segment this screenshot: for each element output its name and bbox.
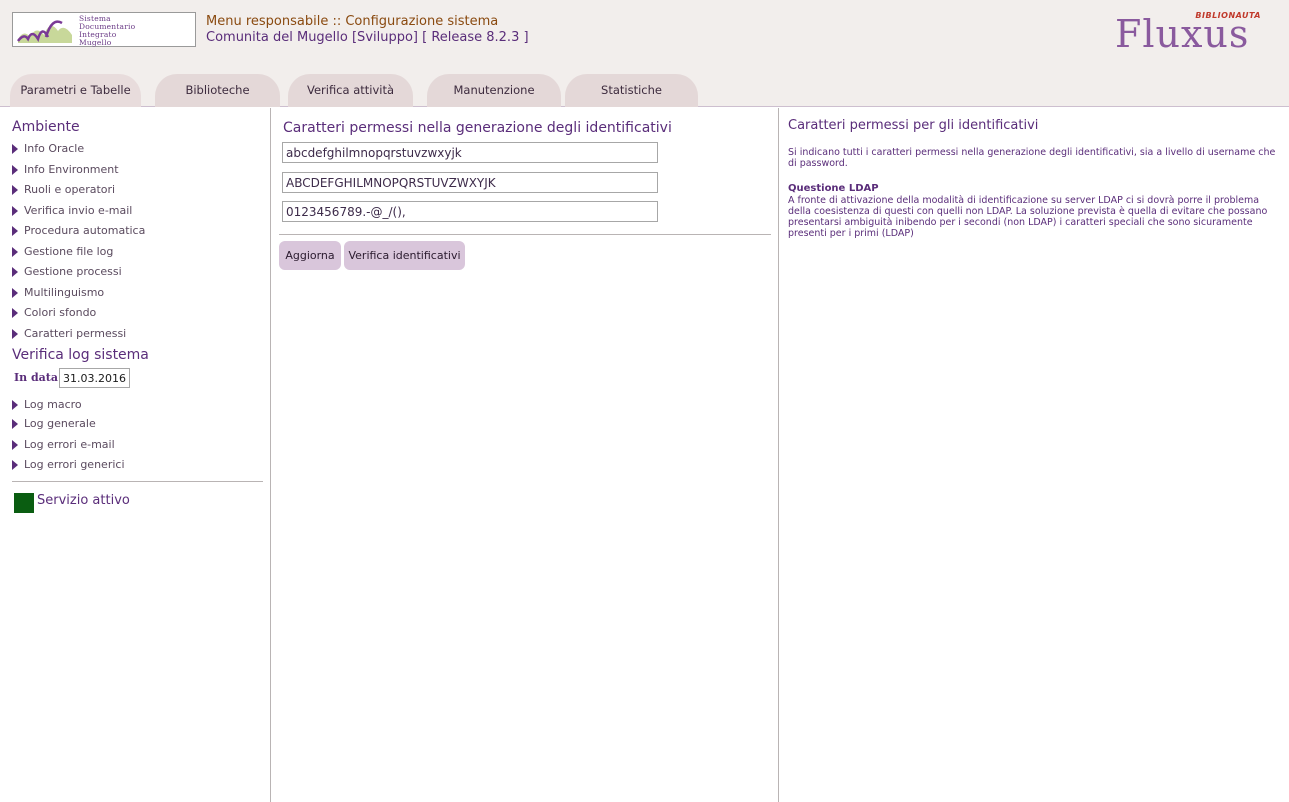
- tab-statistiche[interactable]: Statistiche: [565, 74, 698, 107]
- lowercase-chars-input[interactable]: [282, 142, 658, 163]
- mountain-logo-icon: [16, 15, 74, 45]
- arrow-right-icon: [12, 439, 18, 450]
- sidebar-item-gestione-file-log[interactable]: Gestione file log: [12, 245, 113, 258]
- logo-line: Mugello: [79, 38, 112, 47]
- sidebar-item-log-macro[interactable]: Log macro: [12, 398, 82, 411]
- sidebar-item-info-oracle[interactable]: Info Oracle: [12, 142, 84, 155]
- page-title: Menu responsabile :: Configurazione sist…: [206, 14, 529, 46]
- arrow-right-icon: [12, 307, 18, 318]
- sidebar-section-verifica-log: Verifica log sistema: [12, 347, 149, 363]
- arrow-right-icon: [12, 184, 18, 195]
- ldap-body: A fronte di attivazione della modalità d…: [788, 195, 1268, 239]
- sidebar: Ambiente Info Oracle Info Environment Ru…: [0, 108, 271, 802]
- sidebar-item-ruoli-operatori[interactable]: Ruoli e operatori: [12, 183, 115, 196]
- arrow-right-icon: [12, 287, 18, 298]
- date-label: In data: [14, 371, 58, 384]
- arrow-right-icon: [12, 328, 18, 339]
- sidebar-item-gestione-processi[interactable]: Gestione processi: [12, 265, 122, 278]
- sidebar-item-label: Gestione processi: [24, 265, 122, 278]
- sidebar-item-label: Log macro: [24, 398, 82, 411]
- status-indicator-icon: [14, 493, 34, 513]
- arrow-right-icon: [12, 246, 18, 257]
- sidebar-item-log-errori-email[interactable]: Log errori e-mail: [12, 438, 115, 451]
- aggiorna-button[interactable]: Aggiorna: [279, 241, 341, 270]
- sidebar-item-label: Gestione file log: [24, 245, 114, 258]
- sidebar-section-ambiente: Ambiente: [12, 119, 80, 135]
- arrow-right-icon: [12, 143, 18, 154]
- sidebar-item-log-generale[interactable]: Log generale: [12, 417, 96, 430]
- fluxus-brand-logo: Fluxus BIBLIONAUTA: [1115, 8, 1265, 60]
- sidebar-item-label: Info Environment: [24, 163, 119, 176]
- arrow-right-icon: [12, 205, 18, 216]
- tab-parametri-e-tabelle[interactable]: Parametri e Tabelle: [10, 74, 141, 107]
- uppercase-chars-input[interactable]: [282, 172, 658, 193]
- status-text: Servizio attivo: [37, 493, 130, 508]
- sidebar-item-verifica-invio-email[interactable]: Verifica invio e-mail: [12, 204, 132, 217]
- sidebar-item-log-errori-generici[interactable]: Log errori generici: [12, 458, 125, 471]
- sidebar-item-label: Log errori generici: [24, 458, 125, 471]
- brand-subtitle: BIBLIONAUTA: [1195, 11, 1261, 20]
- main-title: Caratteri permessi nella generazione deg…: [283, 120, 672, 136]
- sidebar-item-label: Log errori e-mail: [24, 438, 115, 451]
- arrow-right-icon: [12, 225, 18, 236]
- tab-biblioteche[interactable]: Biblioteche: [155, 74, 280, 107]
- sidebar-item-label: Multilinguismo: [24, 286, 105, 299]
- ldap-heading: Questione LDAP: [788, 183, 879, 194]
- arrow-right-icon: [12, 164, 18, 175]
- page-title-line2: Comunita del Mugello [Sviluppo] [ Releas…: [206, 30, 529, 45]
- sidebar-item-label: Info Oracle: [24, 142, 85, 155]
- sidebar-item-label: Procedura automatica: [24, 224, 146, 237]
- sidebar-item-label: Ruoli e operatori: [24, 183, 116, 196]
- tab-verifica-attivita[interactable]: Verifica attività: [288, 74, 413, 107]
- sidebar-item-procedura-automatica[interactable]: Procedura automatica: [12, 224, 145, 237]
- tab-manutenzione[interactable]: Manutenzione: [427, 74, 561, 107]
- sidebar-item-caratteri-permessi[interactable]: Caratteri permessi: [12, 327, 126, 340]
- page-title-line1: Menu responsabile :: Configurazione sist…: [206, 14, 499, 29]
- arrow-right-icon: [12, 266, 18, 277]
- date-input[interactable]: [59, 368, 130, 388]
- special-chars-input[interactable]: [282, 201, 658, 222]
- sidebar-item-multilinguismo[interactable]: Multilinguismo: [12, 286, 104, 299]
- sidebar-item-label: Log generale: [24, 417, 96, 430]
- sidebar-item-info-environment[interactable]: Info Environment: [12, 163, 119, 176]
- arrow-right-icon: [12, 399, 18, 410]
- verifica-identificativi-button[interactable]: Verifica identificativi: [344, 241, 465, 270]
- sidebar-item-label: Caratteri permessi: [24, 327, 127, 340]
- arrow-right-icon: [12, 459, 18, 470]
- arrow-right-icon: [12, 418, 18, 429]
- sidebar-item-label: Verifica invio e-mail: [24, 204, 133, 217]
- help-panel: Caratteri permessi per gli identificativ…: [779, 108, 1289, 802]
- sdim-logo[interactable]: Sistema Documentario Integrato Mugello: [12, 12, 196, 47]
- help-description: Si indicano tutti i caratteri permessi n…: [788, 147, 1276, 169]
- logo-text: Sistema Documentario Integrato Mugello: [79, 15, 135, 47]
- header: Sistema Documentario Integrato Mugello M…: [0, 0, 1289, 107]
- sidebar-item-label: Colori sfondo: [24, 306, 97, 319]
- sidebar-item-colori-sfondo[interactable]: Colori sfondo: [12, 306, 96, 319]
- main-panel: Caratteri permessi nella generazione deg…: [271, 108, 779, 802]
- help-title: Caratteri permessi per gli identificativ…: [788, 118, 1039, 133]
- main-divider: [279, 234, 771, 235]
- sidebar-divider: [12, 481, 263, 482]
